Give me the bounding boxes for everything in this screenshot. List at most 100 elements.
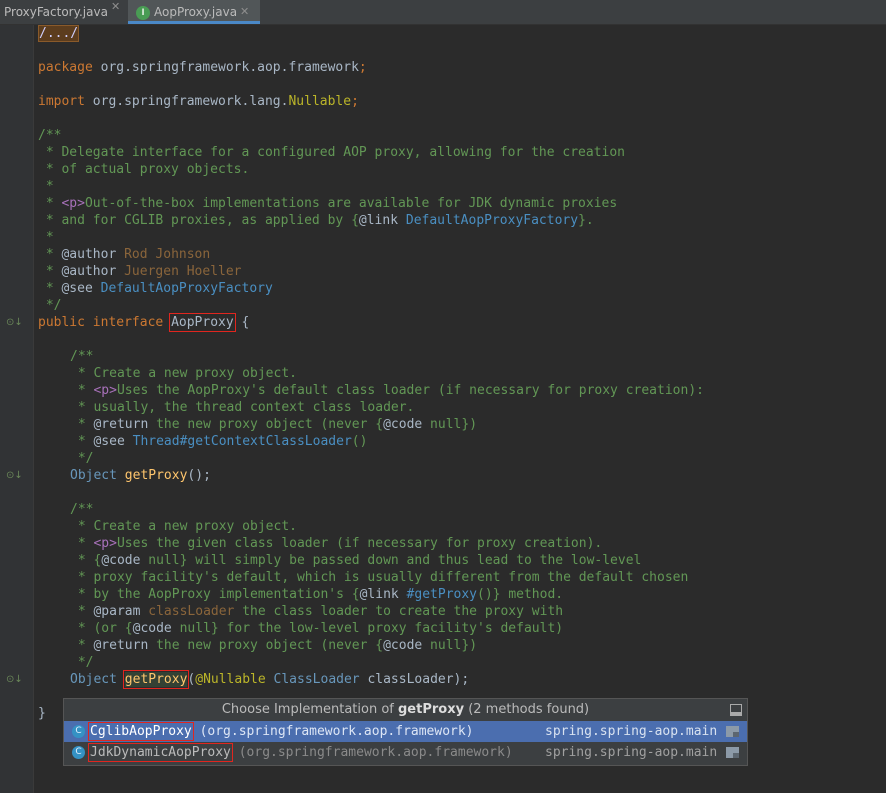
tab-label: AopProxy.java: [154, 5, 238, 19]
text: null} for the low-level proxy facility's…: [171, 621, 564, 636]
text: *: [38, 281, 62, 296]
text: * {: [70, 553, 102, 568]
implemented-down-icon[interactable]: ⊙↓: [6, 470, 23, 482]
text: * (or {: [70, 621, 133, 636]
keyword: import: [38, 94, 85, 109]
class-icon: C: [72, 725, 85, 738]
implemented-down-icon[interactable]: ⊙↓: [6, 317, 23, 329]
text: *: [70, 434, 94, 449]
choose-implementation-popup[interactable]: Choose Implementation of getProxy (2 met…: [63, 698, 748, 766]
package-name: (org.springframework.aop.framework): [230, 745, 513, 760]
text: null} will simply be passed down and thu…: [140, 553, 642, 568]
doc-tag: @link: [358, 213, 399, 228]
param-name: classLoader);: [359, 672, 470, 687]
interface-name[interactable]: AopProxy: [169, 313, 236, 332]
doc-tag: @code: [383, 638, 423, 653]
javadoc-line: *: [38, 179, 54, 194]
return-type: Object: [70, 672, 117, 687]
text: the new proxy object (never {: [148, 638, 384, 653]
package-name: (org.springframework.aop.framework): [191, 724, 474, 739]
javadoc-line: * @return the new proxy object (never {@…: [70, 416, 477, 433]
doc-value: Rod Johnson: [116, 247, 211, 262]
return-type: Object: [70, 468, 117, 483]
javadoc-line: * Create a new proxy object.: [70, 366, 297, 381]
editor-gutter: ⊙↓ ⊙↓ ⊙↓: [0, 25, 34, 793]
implemented-down-icon[interactable]: ⊙↓: [6, 674, 23, 686]
module-name: spring.spring-aop.main: [545, 745, 718, 760]
implementation-item-cglib[interactable]: C CglibAopProxy (org.springframework.aop…: [64, 721, 747, 742]
text: *: [70, 638, 94, 653]
method-name[interactable]: getProxy: [125, 468, 188, 483]
module-icon: [726, 726, 739, 737]
folded-region[interactable]: /.../: [38, 25, 80, 42]
text: Uses the AopProxy's default class loader…: [116, 383, 704, 398]
closing-brace: }: [38, 706, 46, 721]
text: ()} method.: [477, 587, 564, 602]
text: *: [70, 536, 94, 551]
javadoc-line: */: [70, 655, 94, 670]
text: null}): [422, 417, 478, 432]
doc-tag: @code: [132, 621, 172, 636]
implementation-name: CglibAopProxy (org.springframework.aop.f…: [88, 721, 474, 742]
javadoc-line: /**: [38, 128, 62, 143]
javadoc-line: * @param classLoader the class loader to…: [70, 603, 563, 620]
keyword: interface: [92, 315, 164, 330]
text: Out-of-the-box implementations are avail…: [84, 196, 618, 211]
punctuation: ;: [351, 94, 359, 109]
doc-tag: @author: [61, 264, 117, 279]
javadoc-line: * Delegate interface for a configured AO…: [38, 145, 625, 160]
text: *: [70, 417, 94, 432]
doc-link[interactable]: DefaultAopProxyFactory: [398, 213, 578, 228]
doc-link[interactable]: Thread#getContextClassLoader: [125, 434, 352, 449]
text: *: [38, 196, 62, 211]
doc-value: Juergen Hoeller: [116, 264, 242, 279]
implementation-item-jdk[interactable]: C JdkDynamicAopProxy (org.springframewor…: [64, 742, 747, 763]
javadoc-line: /**: [70, 502, 94, 517]
punctuation: ();: [187, 468, 211, 483]
popup-title-suffix: (2 methods found): [464, 702, 590, 717]
param-type: ClassLoader: [265, 672, 360, 687]
package-name: org.springframework.aop.framework: [100, 60, 359, 75]
html-tag: <p>: [61, 196, 85, 211]
class-name: JdkDynamicAopProxy: [88, 743, 233, 762]
text: *: [38, 247, 62, 262]
doc-tag: @see: [93, 434, 125, 449]
interface-icon: I: [136, 5, 150, 20]
editor-tab-bar: ProxyFactory.java ✕ I AopProxy.java ✕: [0, 0, 886, 25]
javadoc-line: * {@code null} will simply be passed dow…: [70, 552, 642, 569]
import-class: Nullable: [288, 94, 352, 109]
doc-tag: @see: [61, 281, 93, 296]
javadoc-line: * @return the new proxy object (never {@…: [70, 637, 477, 654]
text: null}): [422, 638, 478, 653]
javadoc-line: * @see Thread#getContextClassLoader(): [70, 433, 368, 450]
text: * and for CGLIB proxies, as applied by {: [38, 213, 359, 228]
method-name-selected[interactable]: getProxy: [122, 670, 190, 689]
doc-tag: @code: [101, 553, 141, 568]
javadoc-line: * and for CGLIB proxies, as applied by {…: [38, 212, 594, 229]
implementation-name: JdkDynamicAopProxy (org.springframework.…: [88, 742, 513, 763]
tab-aopproxy[interactable]: I AopProxy.java ✕: [128, 0, 260, 24]
text: the class loader to create the proxy wit…: [234, 604, 564, 619]
javadoc-line: */: [70, 451, 94, 466]
close-icon[interactable]: ✕: [240, 0, 249, 24]
javadoc-line: * usually, the thread context class load…: [70, 400, 415, 415]
html-tag: <p>: [93, 536, 117, 551]
import-path: org.springframework.lang.: [92, 94, 289, 109]
punctuation: {: [233, 315, 250, 330]
class-icon: C: [72, 746, 85, 759]
javadoc-line: * of actual proxy objects.: [38, 162, 250, 177]
doc-link[interactable]: #getProxy: [399, 587, 477, 602]
text: Uses the given class loader (if necessar…: [116, 536, 603, 551]
text: *: [70, 383, 94, 398]
javadoc-line: * by the AopProxy implementation's {@lin…: [70, 586, 563, 603]
text: }.: [578, 213, 594, 228]
text: *: [38, 264, 62, 279]
doc-link[interactable]: DefaultAopProxyFactory: [93, 281, 273, 296]
doc-tag: @code: [383, 417, 423, 432]
pin-window-icon[interactable]: [730, 704, 742, 716]
javadoc-line: * @author Juergen Hoeller: [38, 263, 242, 280]
javadoc-line: * <p>Out-of-the-box implementations are …: [38, 195, 617, 212]
close-icon[interactable]: ✕: [111, 0, 120, 13]
tab-proxyfactory[interactable]: ProxyFactory.java: [4, 0, 108, 24]
popup-title-method: getProxy: [398, 702, 465, 717]
